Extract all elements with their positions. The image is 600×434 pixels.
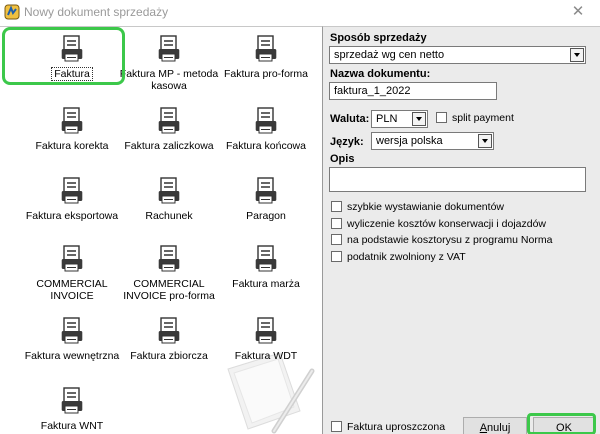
doc-name-label: Nazwa dokumentu: — [330, 68, 431, 80]
doc-type-faktura-korekta[interactable]: Faktura korekta — [22, 107, 122, 152]
sale-method-value: sprzedaż wg cen netto — [334, 49, 445, 61]
description-label: Opis — [330, 153, 355, 165]
doc-type-label: Faktura WNT — [40, 420, 104, 432]
document-printer-icon — [255, 245, 277, 272]
document-printer-icon — [255, 317, 277, 344]
document-printer-icon — [61, 245, 83, 272]
document-printer-icon — [158, 177, 180, 204]
split-payment-checkbox[interactable]: split payment — [436, 112, 514, 124]
doc-type-label: Rachunek — [145, 210, 193, 222]
doc-type-faktura-zaliczkowa[interactable]: Faktura zaliczkowa — [119, 107, 219, 152]
option-label: szybkie wystawianie dokumentów — [347, 201, 504, 213]
doc-type-commercial-invoice[interactable]: COMMERCIAL INVOICE — [22, 245, 122, 302]
doc-type-commercial-invoice-pro-forma[interactable]: COMMERCIAL INVOICE pro-forma — [119, 245, 219, 302]
document-type-list: Faktura Faktura MP - metoda kasowa Faktu… — [0, 26, 323, 434]
language-label: Język: — [330, 136, 364, 148]
doc-type-label: Faktura zaliczkowa — [124, 140, 214, 152]
document-printer-icon — [255, 107, 277, 134]
checkbox-box[interactable] — [436, 112, 447, 123]
doc-type-label: Paragon — [246, 210, 286, 222]
close-icon[interactable]: ✕ — [556, 0, 600, 26]
window-title: Nowy dokument sprzedaży — [24, 5, 169, 19]
document-printer-icon — [61, 387, 83, 414]
option-quick-issue[interactable]: szybkie wystawianie dokumentów — [331, 201, 504, 213]
doc-type-label: Faktura zbiorcza — [130, 350, 208, 362]
checkbox-box[interactable] — [331, 421, 342, 432]
doc-type-faktura-pro-forma[interactable]: Faktura pro-forma — [216, 35, 316, 80]
option-norma-estimate[interactable]: na podstawie kosztorysu z programu Norma — [331, 234, 552, 246]
split-payment-label: split payment — [452, 112, 514, 124]
document-printer-icon — [61, 317, 83, 344]
doc-type-faktura-koncowa[interactable]: Faktura końcowa — [216, 107, 316, 152]
currency-value: PLN — [376, 113, 398, 125]
doc-type-label: COMMERCIAL INVOICE — [36, 278, 108, 302]
document-settings-panel: Sposób sprzedaży sprzedaż wg cen netto N… — [323, 26, 600, 434]
doc-type-label: Faktura marża — [232, 278, 300, 290]
doc-type-label: Faktura pro-forma — [223, 68, 309, 80]
language-value: wersja polska — [376, 135, 443, 147]
document-printer-icon — [158, 107, 180, 134]
doc-type-faktura-wewnetrzna[interactable]: Faktura wewnętrzna — [22, 317, 122, 362]
doc-name-field[interactable]: faktura_1_2022 — [329, 82, 497, 100]
doc-type-label: Faktura WDT — [234, 350, 298, 362]
doc-type-faktura-eksportowa[interactable]: Faktura eksportowa — [22, 177, 122, 222]
doc-name-value: faktura_1_2022 — [334, 85, 411, 97]
doc-type-rachunek[interactable]: Rachunek — [119, 177, 219, 222]
option-label: podatnik zwolniony z VAT — [347, 251, 466, 263]
option-vat-exempt[interactable]: podatnik zwolniony z VAT — [331, 251, 466, 263]
checkbox-box[interactable] — [331, 201, 342, 212]
selection-highlight — [2, 27, 125, 85]
title-bar: Nowy dokument sprzedaży ✕ — [0, 0, 600, 26]
language-dropdown[interactable]: wersja polska — [371, 132, 494, 150]
chevron-down-icon[interactable] — [412, 112, 426, 126]
option-label: wyliczenie kosztów konserwacji i dojazdó… — [347, 218, 546, 230]
document-printer-icon — [158, 245, 180, 272]
document-printer-icon — [61, 107, 83, 134]
chevron-down-icon[interactable] — [570, 48, 584, 62]
doc-type-faktura-zbiorcza[interactable]: Faktura zbiorcza — [119, 317, 219, 362]
document-printer-icon — [158, 317, 180, 344]
description-field[interactable] — [329, 167, 586, 192]
doc-type-paragon[interactable]: Paragon — [216, 177, 316, 222]
app-icon — [4, 4, 20, 20]
simplified-invoice-checkbox[interactable]: Faktura uproszczona — [331, 421, 445, 433]
sale-method-label: Sposób sprzedaży — [330, 32, 427, 44]
checkbox-box[interactable] — [331, 218, 342, 229]
doc-type-faktura-mp[interactable]: Faktura MP - metoda kasowa — [119, 35, 219, 92]
doc-type-label: Faktura eksportowa — [25, 210, 119, 222]
doc-type-label: COMMERCIAL INVOICE pro-forma — [123, 278, 215, 302]
currency-dropdown[interactable]: PLN — [371, 110, 428, 128]
option-maintenance-costs[interactable]: wyliczenie kosztów konserwacji i dojazdó… — [331, 218, 546, 230]
doc-type-label: Faktura końcowa — [226, 140, 306, 152]
doc-type-faktura-marza[interactable]: Faktura marża — [216, 245, 316, 290]
simplified-invoice-label: Faktura uproszczona — [347, 421, 446, 433]
doc-type-faktura-wdt[interactable]: Faktura WDT — [216, 317, 316, 362]
currency-label: Waluta: — [330, 113, 370, 125]
option-label: na podstawie kosztorysu z programu Norma — [347, 234, 553, 246]
ok-highlight — [527, 413, 596, 434]
document-printer-icon — [255, 177, 277, 204]
document-printer-icon — [158, 35, 180, 62]
checkbox-box[interactable] — [331, 251, 342, 262]
doc-type-faktura-wnt[interactable]: Faktura WNT — [22, 387, 122, 432]
sale-method-dropdown[interactable]: sprzedaż wg cen netto — [329, 46, 586, 64]
doc-type-label: Faktura MP - metoda kasowa — [119, 68, 219, 92]
doc-type-label: Faktura wewnętrzna — [24, 350, 120, 362]
doc-type-label: Faktura korekta — [35, 140, 109, 152]
document-printer-icon — [255, 35, 277, 62]
chevron-down-icon[interactable] — [478, 134, 492, 148]
cancel-button[interactable]: Anuluj — [463, 417, 527, 434]
checkbox-box[interactable] — [331, 234, 342, 245]
document-printer-icon — [61, 177, 83, 204]
